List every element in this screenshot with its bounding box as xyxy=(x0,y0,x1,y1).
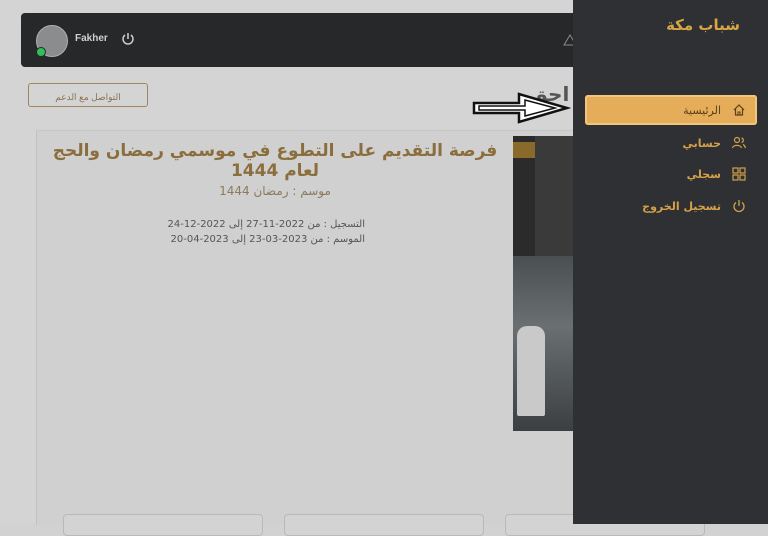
username: Fakher xyxy=(75,33,108,44)
online-status-dot xyxy=(36,47,46,57)
top-bar: Fakher xyxy=(21,13,581,67)
sidebar-item-home[interactable]: الرئيسية xyxy=(585,95,757,125)
arrow-right-icon xyxy=(472,92,571,124)
power-icon xyxy=(731,198,747,214)
grid-icon xyxy=(731,166,747,182)
card-dates: التسجيل : من 2022-11-27 إلى 2022-12-24 ا… xyxy=(165,217,366,247)
sidebar-item-logout[interactable]: تسجيل الخروج xyxy=(585,191,757,221)
users-icon xyxy=(731,135,747,151)
poster-figure xyxy=(517,326,545,416)
card-season-label: موسم : رمضان 1444 xyxy=(219,184,331,198)
poster-gold-band xyxy=(513,142,535,158)
sidebar-item-label: تسجيل الخروج xyxy=(642,199,721,213)
poster-header xyxy=(535,136,575,256)
card-placeholder-2[interactable] xyxy=(284,514,484,536)
sidebar-item-label: الرئيسية xyxy=(683,103,721,117)
registration-dates: التسجيل : من 2022-11-27 إلى 2022-12-24 xyxy=(167,219,366,230)
sidebar-item-label: حسابي xyxy=(682,136,721,150)
sidebar-item-label: سجلي xyxy=(686,167,721,181)
avatar[interactable] xyxy=(36,25,68,57)
power-icon[interactable] xyxy=(120,31,136,51)
home-icon xyxy=(731,102,747,118)
brand-title: شباب مكة xyxy=(666,16,740,34)
opportunity-poster-image xyxy=(513,136,575,431)
contact-support-button[interactable]: التواصل مع الدعم xyxy=(28,83,148,107)
card-placeholder-1[interactable] xyxy=(63,514,263,536)
sidebar-item-records[interactable]: سجلي xyxy=(585,159,757,189)
sidebar-item-account[interactable]: حسابي xyxy=(585,128,757,158)
season-dates: الموسم : من 2023-03-23 إلى 2023-04-20 xyxy=(170,234,366,245)
sidebar: شباب مكة الرئيسية حسابي سجلي تسجيل الخرو… xyxy=(573,0,768,524)
card-title: فرصة التقديم على التطوع في موسمي رمضان و… xyxy=(52,141,498,181)
